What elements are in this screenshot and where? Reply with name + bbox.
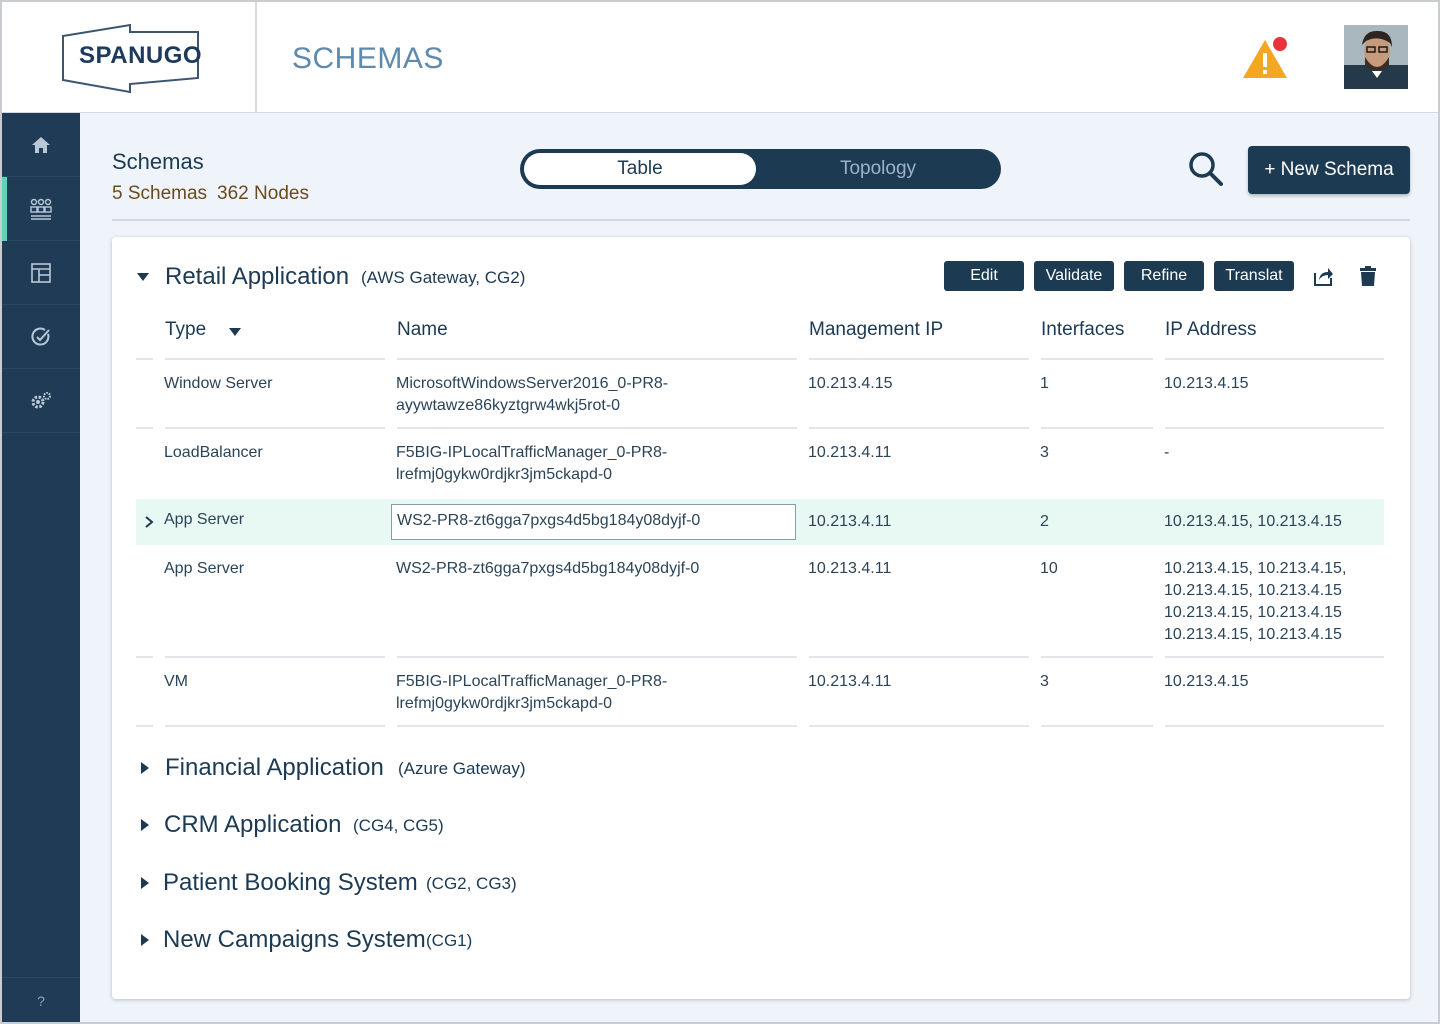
caret-down-icon[interactable] [137,271,149,283]
schema-count: 5 Schemas [112,183,208,204]
column-header-interfaces[interactable]: Interfaces [1041,319,1124,341]
schema-group-name[interactable]: New Campaigns System [163,926,426,954]
cell-ip-address: 10.213.4.15, 10.213.4.15 [1164,582,1342,599]
section-title: Schemas [112,149,204,174]
check-circle-icon [31,327,50,346]
schema-group-header[interactable]: New Campaigns System (CG1) [112,920,1410,960]
user-avatar[interactable] [1344,25,1408,89]
refine-button[interactable]: Refine [1124,261,1204,291]
tab-topology[interactable]: Topology [762,153,994,185]
caret-right-icon[interactable] [139,762,151,774]
chevron-right-icon[interactable] [144,516,154,528]
cell-ip-address: 10.213.4.15, 10.213.4.15 [1164,626,1342,643]
cell-name-line1: WS2-PR8-zt6gga7pxgs4d5bg184y08dyjf-0 [396,560,700,577]
schema-group-tags: (CG2, CG3) [426,874,517,893]
sidebar-item-validate[interactable] [2,305,80,369]
schemas-icon [30,198,52,220]
caret-right-icon[interactable] [139,819,151,831]
sidebar-item-schemas[interactable] [2,177,80,241]
column-header-name[interactable]: Name [397,319,448,341]
settings-icon [31,391,51,408]
cell-type: App Server [164,511,245,528]
sidebar-item-settings[interactable] [2,369,80,433]
trash-icon[interactable] [1357,265,1379,287]
sort-caret-icon[interactable] [229,327,241,337]
top-header: SPANUGO SCHEMAS [2,2,1438,113]
cell-ip-address: 10.213.4.15, 10.213.4.15, [1164,560,1347,577]
sidebar-item-layout[interactable] [2,241,80,305]
cell-name-line1: MicrosoftWindowsServer2016_0-PR8- [396,375,669,392]
page-title: SCHEMAS [292,42,444,75]
schema-group-name[interactable]: CRM Application [164,811,341,839]
schema-group-header[interactable]: CRM Application (CG4, CG5) [112,805,1410,845]
column-header-ip-address[interactable]: IP Address [1165,319,1257,341]
cell-management-ip: 10.213.4.11 [808,513,892,530]
cell-management-ip: 10.213.4.11 [808,673,892,690]
schema-group-tags: (AWS Gateway, CG2) [361,268,526,287]
name-edit-field[interactable]: WS2-PR8-zt6gga7pxgs4d5bg184y08dyjf-0 [391,504,796,540]
validate-button[interactable]: Validate [1034,261,1114,291]
cell-interfaces: 3 [1040,673,1049,690]
layout-icon [31,262,51,283]
node-count: 362 Nodes [217,183,309,204]
cell-management-ip: 10.213.4.15 [808,375,893,392]
warning-icon[interactable] [1242,36,1292,80]
cell-type: App Server [164,560,245,577]
cell-interfaces: 1 [1040,375,1049,392]
main-content: Schemas 5 Schemas 362 Nodes Table Topolog… [80,113,1438,1022]
help-button[interactable]: ? [2,977,80,1022]
schema-group-name[interactable]: Financial Application [165,754,384,782]
logo-area[interactable]: SPANUGO [2,2,257,112]
cell-interfaces: 3 [1040,444,1049,461]
schema-group-tags: (CG1) [426,931,473,950]
cell-ip-address: 10.213.4.15, 10.213.4.15 [1164,604,1342,621]
view-toggle: Table Topology [520,149,1001,189]
translate-button[interactable]: Translat [1214,261,1294,291]
cell-name-line1: F5BIG-IPLocalTrafficManager_0-PR8- [396,673,668,690]
logo-text: SPANUGO [79,42,203,69]
schema-group-tags: (Azure Gateway) [398,759,526,778]
schema-group-name[interactable]: Patient Booking System [163,869,418,897]
cell-ip-address: 10.213.4.15 [1164,375,1249,392]
cell-type: VM [164,673,188,690]
home-icon [32,136,50,153]
cell-management-ip: 10.213.4.11 [808,444,892,461]
cell-interfaces: 10 [1040,560,1058,577]
search-icon[interactable] [1186,149,1226,189]
cell-name-line2: lrefmj0gykw0rdjkr3jm5ckapd-0 [396,466,613,483]
app-window: SPANUGO SCHEMAS ? Schemas 5 Schemas 362 … [0,0,1440,1024]
caret-right-icon[interactable] [139,877,151,889]
cell-type: Window Server [164,375,273,392]
schema-group-tags: (CG4, CG5) [353,816,444,835]
cell-name-line2: lrefmj0gykw0rdjkr3jm5ckapd-0 [396,695,613,712]
divider [112,219,1410,221]
cell-name-line2: ayywtawze86kyztgrw4wkj5rot-0 [396,397,621,414]
schema-group-header[interactable]: Patient Booking System (CG2, CG3) [112,863,1410,903]
schema-group-name[interactable]: Retail Application [165,263,349,291]
cell-interfaces: 2 [1040,513,1049,530]
schema-group-header[interactable]: Financial Application (Azure Gateway) [112,748,1410,788]
sidebar: ? [2,113,80,1022]
new-schema-button[interactable]: + New Schema [1248,146,1410,194]
avatar-portrait-icon [1344,25,1408,89]
schema-summary: 5 Schemas 362 Nodes [112,183,319,205]
schema-list-card: Retail Application (AWS Gateway, CG2) Ed… [112,237,1410,999]
sidebar-item-home[interactable] [2,113,80,177]
caret-right-icon[interactable] [139,934,151,946]
column-header-type[interactable]: Type [165,319,206,341]
cell-management-ip: 10.213.4.11 [808,560,892,577]
edit-button[interactable]: Edit [944,261,1024,291]
cell-name-line1: F5BIG-IPLocalTrafficManager_0-PR8- [396,444,668,461]
tab-table[interactable]: Table [524,153,756,185]
export-icon[interactable] [1312,265,1334,287]
column-header-management-ip[interactable]: Management IP [809,319,943,341]
cell-ip-address: 10.213.4.15, 10.213.4.15 [1164,513,1342,530]
cell-ip-address: - [1164,444,1170,461]
cell-ip-address: 10.213.4.15 [1164,673,1249,690]
cell-type: LoadBalancer [164,444,263,461]
